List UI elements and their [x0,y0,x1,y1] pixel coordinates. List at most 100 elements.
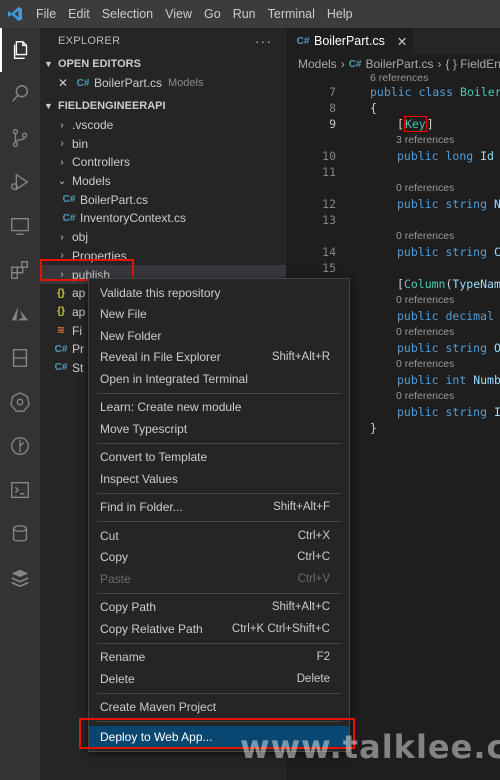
project-section[interactable]: ▼ FIELDENGINEERAPI [40,96,286,116]
csharp-file-icon: C# [348,58,362,70]
editor-tab-bar: C# BoilerPart.cs ✕ [286,28,500,54]
close-icon[interactable]: ✕ [397,34,407,49]
azure-icon[interactable] [0,292,40,336]
git-graph-icon[interactable] [0,424,40,468]
chevron-right-icon: › [60,119,64,131]
keybinding: Ctrl+C [297,551,330,564]
csharp-file-icon: C# [296,35,310,47]
chevron-down-icon: ▼ [44,59,53,69]
tree-item-models[interactable]: ⌄ Models [40,172,286,191]
menu-item-file[interactable]: File [30,0,62,28]
explorer-header: EXPLORER ··· [40,28,286,54]
ctx-move-typescript[interactable]: Move Typescript [89,418,349,440]
tree-item-label: Fi [72,323,82,338]
explorer-title: EXPLORER [58,35,121,47]
kubernetes-icon[interactable] [0,380,40,424]
ctx-new-file[interactable]: New File [89,304,349,326]
ctx-copy-path[interactable]: Copy Path Shift+Alt+C [89,597,349,619]
ctx-convert-to-template[interactable]: Convert to Template [89,447,349,469]
tree-item-label: ap [72,286,86,301]
ctx-validate-this-repository[interactable]: Validate this repository [89,282,349,304]
ctx-open-in-integrated-terminal[interactable]: Open in Integrated Terminal [89,368,349,390]
menu-item-label: Reveal in File Explorer [100,350,221,365]
keybinding: Shift+Alt+C [271,601,330,614]
tree-item-inventorycontextcs[interactable]: C# InventoryContext.cs [40,209,286,228]
menu-separator [97,492,341,494]
ctx-copy-relative-path[interactable]: Copy Relative Path Ctrl+K Ctrl+Shift+C [89,618,349,640]
tab-boilerpart[interactable]: C# BoilerPart.cs ✕ [286,28,414,54]
stack-icon[interactable] [0,556,40,600]
open-editor-name: BoilerPart.cs [94,76,163,91]
tree-item-label: obj [72,230,89,245]
tree-item-bin[interactable]: › bin [40,134,286,153]
extensions-icon[interactable] [0,248,40,292]
ctx-new-folder[interactable]: New Folder [89,325,349,347]
tree-item-label: BoilerPart.cs [80,192,149,207]
tree-item-obj[interactable]: › obj [40,228,286,247]
menu-item-go[interactable]: Go [198,0,227,28]
vscode-logo-icon [0,0,30,28]
menu-item-label: Find in Folder... [100,500,183,515]
tree-item-label: ap [72,304,86,319]
close-icon[interactable]: ✕ [58,76,72,90]
tree-item-controllers[interactable]: › Controllers [40,153,286,172]
menu-item-label: Move Typescript [100,421,188,436]
ctx-learn-create-new-module[interactable]: Learn: Create new module [89,397,349,419]
line-number: 7 [329,85,336,99]
menu-separator [97,442,341,444]
menu-item-view[interactable]: View [159,0,198,28]
keybinding: F2 [316,651,330,664]
more-actions-icon[interactable]: ··· [255,33,272,49]
menu-item-edit[interactable]: Edit [62,0,96,28]
menu-item-terminal[interactable]: Terminal [262,0,321,28]
menu-item-help[interactable]: Help [321,0,359,28]
csharp-file-icon: C# [62,194,76,206]
menu-item-label: Paste [100,571,131,586]
search-icon[interactable] [0,72,40,116]
ctx-delete[interactable]: Delete Delete [89,668,349,690]
keybinding: Ctrl+K Ctrl+Shift+C [231,622,330,635]
keybinding: Delete [296,672,330,685]
watermark: www.talklee.com [240,728,500,766]
tree-item-vscode[interactable]: › .vscode [40,116,286,135]
line-number: 10 [322,149,336,163]
project-label: FIELDENGINEERAPI [58,99,166,112]
ctx-reveal-in-file-explorer[interactable]: Reveal in File Explorer Shift+Alt+R [89,347,349,369]
remote-explorer-icon[interactable] [0,204,40,248]
database-icon[interactable] [0,512,40,556]
json-file-icon: {} [57,287,65,299]
tree-item-boilerpartcs[interactable]: C# BoilerPart.cs [40,190,286,209]
keybinding: Ctrl+X [297,529,330,542]
ctx-copy[interactable]: Copy Ctrl+C [89,547,349,569]
ctx-find-in-folder[interactable]: Find in Folder... Shift+Alt+F [89,497,349,519]
breadcrumb-item[interactable]: { } FieldEngi [446,57,500,71]
terminal-icon[interactable] [0,468,40,512]
ctx-cut[interactable]: Cut Ctrl+X [89,525,349,547]
files-icon[interactable] [0,28,40,72]
codelens-label: 3 references [396,134,455,146]
ctx-paste[interactable]: Paste Ctrl+V [89,568,349,590]
menu-bar: File Edit Selection View Go Run Terminal Help [0,0,500,28]
ctx-create-maven-project[interactable]: Create Maven Project [89,697,349,719]
open-editors-section[interactable]: ▼ OPEN EDITORS [40,54,286,74]
keybinding: Shift+Alt+R [271,351,330,364]
tab-label: BoilerPart.cs [314,34,385,48]
ctx-rename[interactable]: Rename F2 [89,647,349,669]
breadcrumb-item[interactable]: Models [298,57,337,71]
menu-item-selection[interactable]: Selection [96,0,159,28]
open-editor-item[interactable]: ✕ C# BoilerPart.cs Models [40,74,286,93]
breadcrumb-item[interactable]: BoilerPart.cs [365,57,433,71]
source-control-icon[interactable] [0,116,40,160]
menu-item-label: Open in Integrated Terminal [100,371,248,386]
run-debug-icon[interactable] [0,160,40,204]
ctx-inspect-values[interactable]: Inspect Values [89,468,349,490]
chevron-right-icon: › [340,57,345,71]
tree-item-label: Pr [72,342,84,357]
breadcrumb: Models › C# BoilerPart.cs › { } FieldEng… [286,54,500,74]
codelens-label: 0 references [396,390,455,402]
bookmark-icon[interactable] [0,336,40,380]
menu-item-label: Copy Path [100,600,157,615]
chevron-right-icon: › [60,138,64,150]
tree-item-label: InventoryContext.cs [80,211,187,226]
menu-item-run[interactable]: Run [227,0,262,28]
